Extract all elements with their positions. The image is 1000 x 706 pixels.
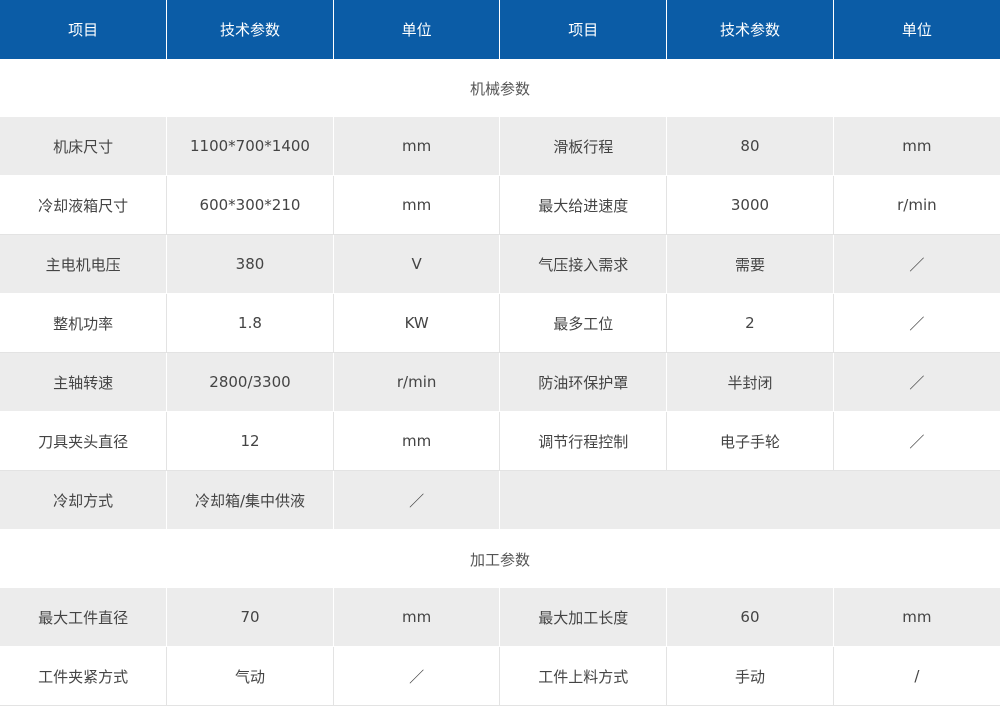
cell-unit: KW: [333, 293, 501, 353]
cell-unit: ／: [333, 646, 501, 706]
cell-value: 2: [666, 293, 834, 353]
section-row: 机械参数: [0, 59, 1000, 117]
cell-unit: /: [833, 646, 1000, 706]
cell-unit: ／: [833, 293, 1000, 353]
cell-value: 1100*700*1400: [166, 117, 334, 176]
cell-item: 滑板行程: [499, 117, 668, 176]
cell-value: 电子手轮: [666, 411, 834, 471]
cell-value: 2800/3300: [166, 352, 334, 412]
cell-unit: mm: [333, 175, 501, 235]
cell-item: 最大给进速度: [499, 175, 668, 235]
header-row: 项目 技术参数 单位 项目 技术参数 单位: [0, 0, 1000, 59]
header-unit: 单位: [833, 0, 1000, 59]
cell-item: 整机功率: [0, 293, 168, 353]
cell-value: 60: [666, 588, 834, 647]
table-row: 冷却方式 冷却箱/集中供液 ／: [0, 470, 1000, 530]
cell-item: 工件上料方式: [499, 646, 668, 706]
cell-item: 调节行程控制: [499, 411, 668, 471]
cell-value: 80: [666, 117, 834, 176]
cell-item: 最大加工长度: [499, 588, 668, 647]
cell-unit: mm: [833, 588, 1000, 647]
cell-value: 1.8: [166, 293, 334, 353]
cell-unit: r/min: [833, 175, 1000, 235]
cell-unit: ／: [333, 470, 501, 530]
cell-item: 防油环保护罩: [499, 352, 668, 412]
cell-value: 需要: [666, 234, 834, 294]
cell-item: 冷却液箱尺寸: [0, 175, 168, 235]
cell-value: 600*300*210: [166, 175, 334, 235]
cell-unit: V: [333, 234, 501, 294]
table-row: 主轴转速 2800/3300 r/min 防油环保护罩 半封闭 ／: [0, 352, 1000, 412]
cell-item: 工件夹紧方式: [0, 646, 168, 706]
cell-item: 最多工位: [499, 293, 668, 353]
cell-value: 380: [166, 234, 334, 294]
cell-unit: mm: [333, 588, 501, 647]
cell-unit: mm: [833, 117, 1000, 176]
table-row: 整机功率 1.8 KW 最多工位 2 ／: [0, 293, 1000, 353]
cell-unit: mm: [333, 411, 501, 471]
table-row: 工件夹紧方式 气动 ／ 工件上料方式 手动 /: [0, 646, 1000, 706]
cell-value: 3000: [666, 175, 834, 235]
header-item: 项目: [499, 0, 668, 59]
cell-value: 气动: [166, 646, 334, 706]
section-title-mechanical: 机械参数: [0, 59, 1000, 117]
spec-table: 项目 技术参数 单位 项目 技术参数 单位 机械参数 机床尺寸 1100*700…: [0, 0, 1000, 706]
empty-cell: [499, 470, 1000, 530]
table-row: 主电机电压 380 V 气压接入需求 需要 ／: [0, 234, 1000, 294]
cell-item: 刀具夹头直径: [0, 411, 168, 471]
section-row: 加工参数: [0, 529, 1000, 588]
cell-unit: ／: [833, 352, 1000, 412]
table-row: 最大工件直径 70 mm 最大加工长度 60 mm: [0, 588, 1000, 647]
cell-unit: r/min: [333, 352, 501, 412]
section-title-processing: 加工参数: [0, 529, 1000, 588]
cell-value: 半封闭: [666, 352, 834, 412]
table-row: 机床尺寸 1100*700*1400 mm 滑板行程 80 mm: [0, 117, 1000, 176]
header-item: 项目: [0, 0, 168, 59]
cell-item: 最大工件直径: [0, 588, 168, 647]
cell-item: 冷却方式: [0, 470, 168, 530]
cell-value: 12: [166, 411, 334, 471]
table-row: 刀具夹头直径 12 mm 调节行程控制 电子手轮 ／: [0, 411, 1000, 471]
cell-value: 手动: [666, 646, 834, 706]
cell-value: 70: [166, 588, 334, 647]
cell-unit: ／: [833, 411, 1000, 471]
cell-item: 主电机电压: [0, 234, 168, 294]
cell-item: 气压接入需求: [499, 234, 668, 294]
header-spec: 技术参数: [666, 0, 834, 59]
header-unit: 单位: [333, 0, 501, 59]
table-row: 冷却液箱尺寸 600*300*210 mm 最大给进速度 3000 r/min: [0, 175, 1000, 235]
cell-unit: ／: [833, 234, 1000, 294]
header-spec: 技术参数: [166, 0, 334, 59]
cell-item: 主轴转速: [0, 352, 168, 412]
cell-value: 冷却箱/集中供液: [166, 470, 334, 530]
cell-unit: mm: [333, 117, 501, 176]
cell-item: 机床尺寸: [0, 117, 168, 176]
